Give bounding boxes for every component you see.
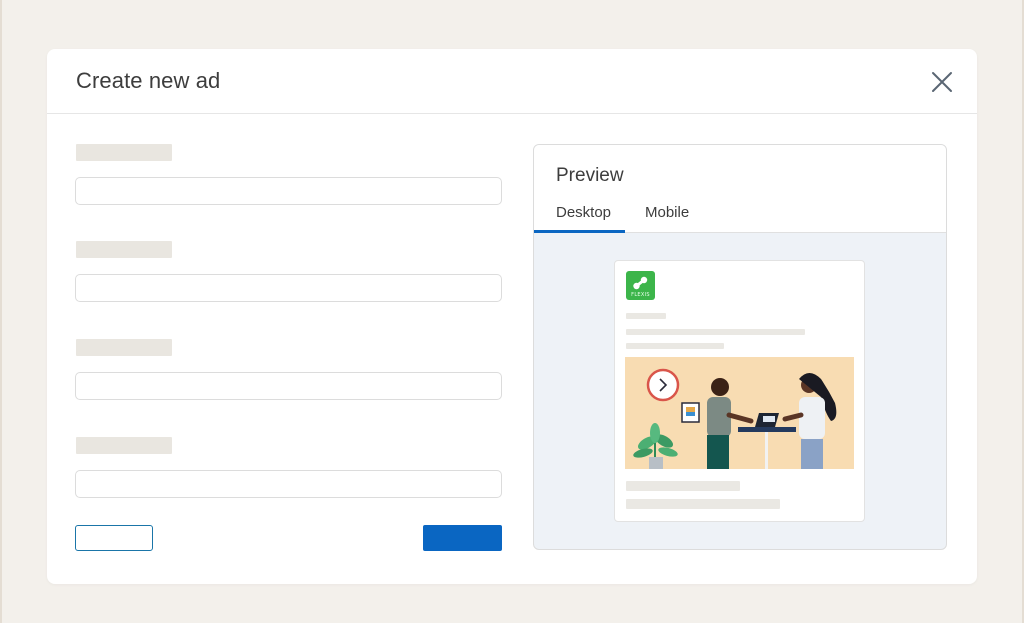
company-logo: FLEXIS [626,271,655,300]
close-button[interactable] [929,69,955,95]
text-input-field[interactable] [75,470,502,498]
text-input-field[interactable] [75,372,502,400]
wall-picture-icon [681,402,700,423]
logo-text: FLEXIS [631,292,650,298]
preview-panel: Preview Desktop Mobile FLEXIS [533,144,947,550]
text-skeleton [626,313,666,319]
preview-header: Preview Desktop Mobile [534,145,946,233]
close-icon [932,72,952,92]
text-input-field[interactable] [75,274,502,302]
frame-edge-left [0,0,2,623]
office-meeting-illustration [625,357,854,469]
field-label-placeholder [76,339,172,356]
modal-header: Create new ad [47,49,977,114]
create-ad-modal: Create new ad Preview Desktop Mobile FLE… [47,49,977,584]
text-skeleton [626,499,780,509]
modal-title: Create new ad [76,68,221,93]
ad-illustration [625,357,854,469]
cancel-button[interactable] [75,525,153,551]
text-skeleton [626,481,740,491]
submit-button[interactable] [423,525,502,551]
tab-desktop[interactable]: Desktop [556,204,611,221]
field-label-placeholder [76,144,172,161]
active-tab-indicator [534,230,625,233]
text-skeleton [626,343,724,349]
preview-title: Preview [556,165,624,186]
field-label-placeholder [76,437,172,454]
text-skeleton [626,329,805,335]
tab-mobile[interactable]: Mobile [645,204,689,221]
clock-icon [646,368,680,402]
field-label-placeholder [76,241,172,258]
text-input-field[interactable] [75,177,502,205]
ad-preview-card: FLEXIS [614,260,865,522]
